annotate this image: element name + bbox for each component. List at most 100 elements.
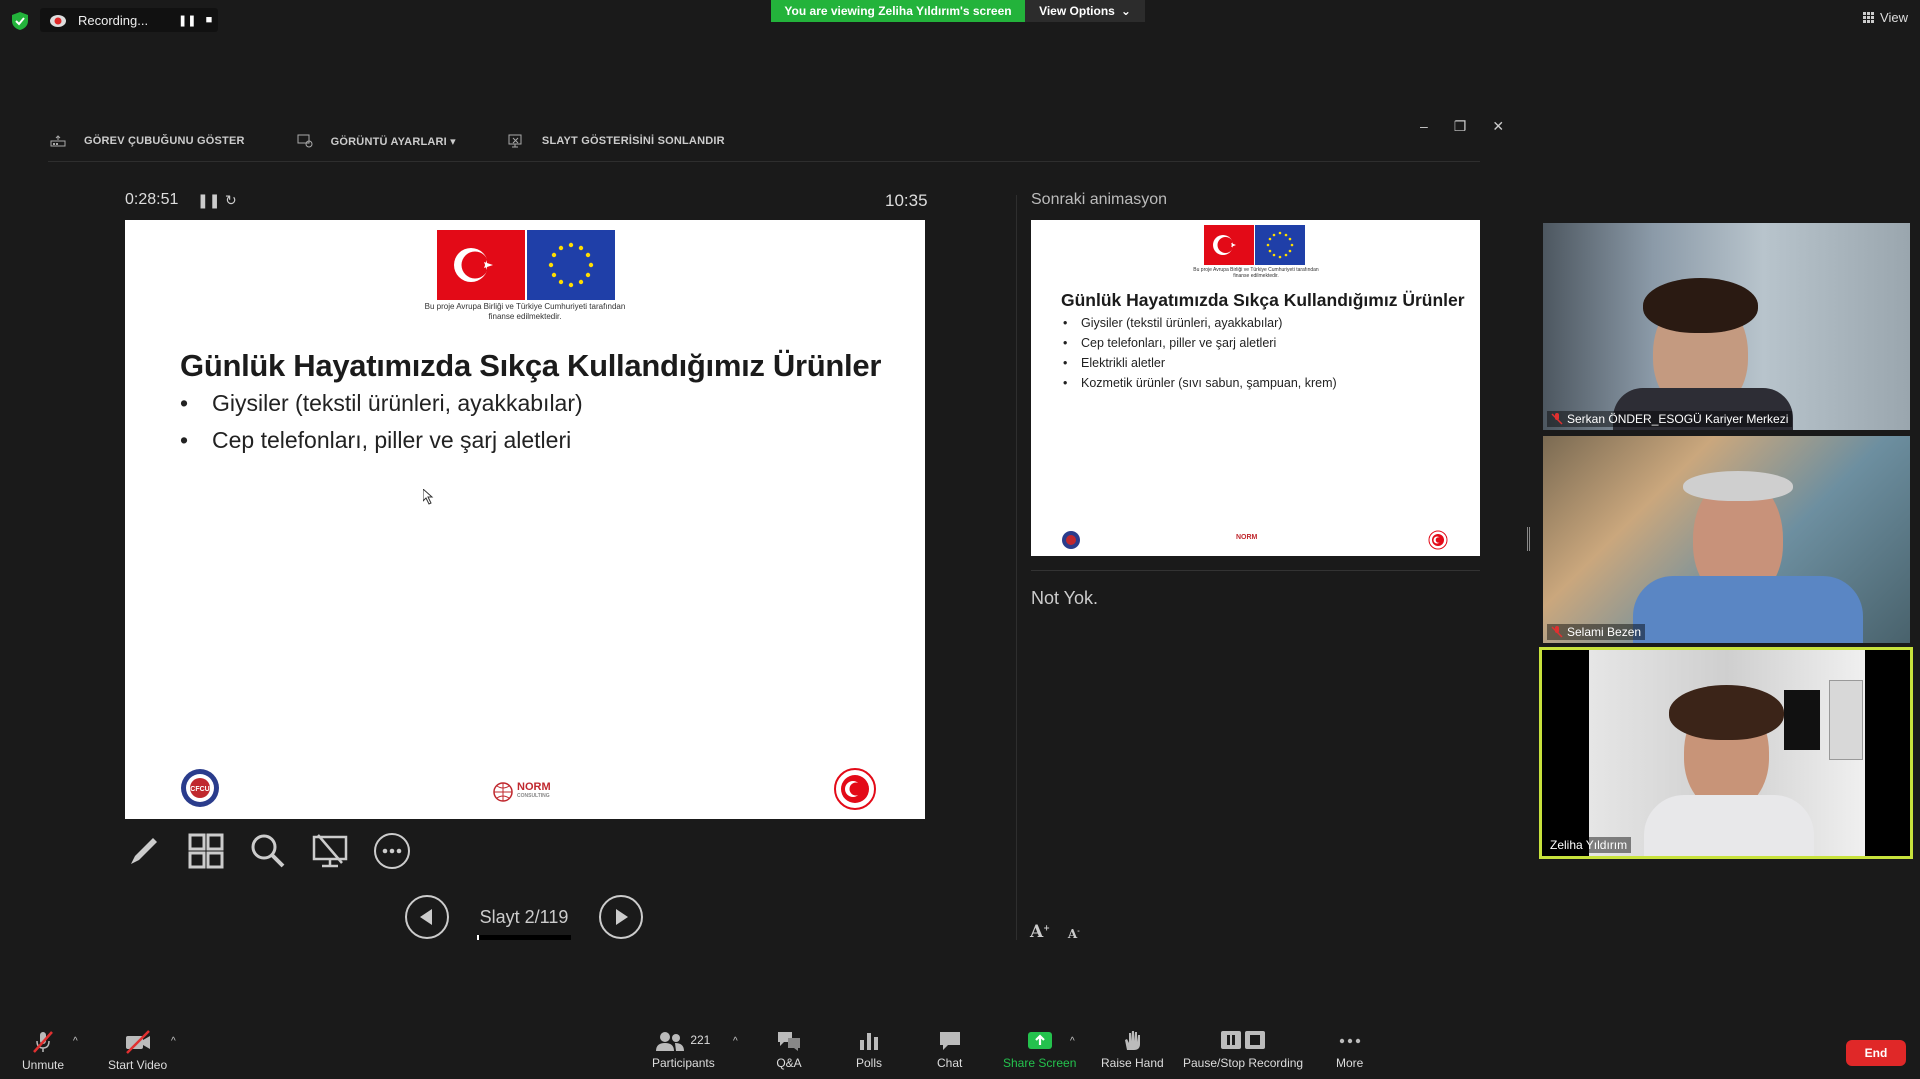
end-slideshow-button[interactable]: SLAYT GÖSTERİSİNİ SONLANDIR: [508, 134, 725, 148]
display-settings-button[interactable]: GÖRÜNTÜ AYARLARI ▾: [297, 134, 456, 148]
start-video-label: Start Video: [108, 1058, 168, 1072]
reset-timer-icon[interactable]: ↻: [225, 192, 237, 209]
next-slide-bullet: Cep telefonları, piller ve şarj aletleri: [1061, 336, 1337, 350]
unmute-button[interactable]: Unmute: [22, 1030, 64, 1072]
participant-name: Serkan ÖNDER_ESOGÜ Kariyer Merkezi: [1567, 412, 1789, 426]
zoom-button[interactable]: [249, 832, 287, 870]
restore-icon[interactable]: ❐: [1454, 118, 1467, 135]
background-frame: [1784, 690, 1820, 750]
end-meeting-button[interactable]: End: [1846, 1040, 1906, 1066]
toolbar-divider: [48, 161, 1480, 162]
norm-logo: NORM: [1236, 534, 1258, 541]
flags-logo-small: [1204, 225, 1305, 265]
polls-label: Polls: [856, 1056, 883, 1070]
view-options-button[interactable]: View Options ⌄: [1025, 0, 1145, 22]
mouse-cursor-icon: [423, 489, 434, 505]
decrease-font-icon[interactable]: A-: [1068, 927, 1080, 942]
pen-icon: [131, 838, 157, 864]
next-slide-title: Günlük Hayatımızda Sıkça Kullandığımız Ü…: [1061, 290, 1465, 310]
qa-icon: [778, 1032, 800, 1051]
previous-slide-button[interactable]: [405, 895, 449, 939]
slide-counter[interactable]: Slayt 2/119: [477, 907, 571, 940]
display-settings-icon: [297, 134, 313, 148]
participant-hair: [1643, 278, 1758, 333]
participant-shirt: [1633, 576, 1863, 643]
play-left-icon: [420, 909, 432, 925]
background-calendar: [1829, 680, 1863, 760]
muted-mic-icon: [1551, 413, 1563, 425]
polls-icon: [860, 1033, 878, 1050]
share-options-caret-icon[interactable]: ^: [1070, 1036, 1075, 1047]
display-settings-label: GÖRÜNTÜ AYARLARI ▾: [330, 135, 456, 148]
slide-bullet: Cep telefonları, piller ve şarj aletleri: [180, 427, 583, 454]
next-slide-bullet: Kozmetik ürünler (sıvı sabun, şampuan, k…: [1061, 376, 1337, 390]
magnifier-icon: [251, 834, 285, 868]
funding-caption: Bu proje Avrupa Birliği ve Türkiye Cumhu…: [1193, 267, 1319, 279]
qa-button[interactable]: Q&A: [776, 1030, 802, 1070]
panel-divider[interactable]: [1016, 195, 1017, 940]
slide-title: Günlük Hayatımızda Sıkça Kullandığımız Ü…: [180, 348, 882, 383]
share-screen-button[interactable]: Share Screen: [1003, 1030, 1076, 1070]
clock: 10:35: [885, 191, 928, 210]
chevron-down-icon: ⌄: [1120, 4, 1131, 18]
turkey-flag-icon: [1204, 225, 1254, 265]
raise-hand-button[interactable]: Raise Hand: [1101, 1030, 1164, 1070]
slide-progress-bar: [477, 934, 571, 940]
view-button[interactable]: View: [1863, 10, 1908, 25]
video-panel-splitter[interactable]: [1527, 527, 1530, 551]
more-button[interactable]: More: [1336, 1030, 1363, 1070]
meeting-toolbar: Unmute ^ Start Video ^ 221 Participants …: [0, 1020, 1920, 1079]
share-screen-icon: [1027, 1032, 1052, 1049]
pause-recording-icon[interactable]: ❚❚: [178, 14, 196, 27]
security-shield-icon[interactable]: [12, 12, 28, 30]
increase-font-icon[interactable]: A+: [1030, 922, 1050, 942]
pause-stop-recording-button[interactable]: Pause/Stop Recording: [1183, 1030, 1303, 1070]
turkey-flag-icon: [437, 230, 525, 300]
participant-video-tile[interactable]: Selami Bezen: [1543, 436, 1910, 643]
participant-shirt: [1644, 795, 1814, 856]
see-all-slides-button[interactable]: [187, 832, 225, 870]
notes-divider: [1031, 570, 1480, 571]
pen-tool-button[interactable]: [125, 832, 163, 870]
chat-button[interactable]: Chat: [937, 1030, 962, 1070]
muted-mic-icon: [33, 1031, 53, 1053]
participants-options-caret-icon[interactable]: ^: [733, 1036, 738, 1047]
audio-options-caret-icon[interactable]: ^: [73, 1036, 78, 1047]
stop-recording-icon[interactable]: ■: [202, 14, 216, 26]
ministry-logo: [1428, 530, 1448, 550]
polls-button[interactable]: Polls: [856, 1030, 882, 1070]
next-slide-button[interactable]: [599, 895, 643, 939]
viewing-screen-banner: You are viewing Zeliha Yıldırım's screen: [771, 0, 1025, 22]
participant-video-tile[interactable]: Serkan ÖNDER_ESOGÜ Kariyer Merkezi: [1543, 223, 1910, 430]
active-speaker-video-tile[interactable]: Zeliha Yıldırım: [1539, 647, 1913, 859]
unmute-label: Unmute: [22, 1058, 65, 1072]
grid-icon: [1863, 12, 1875, 23]
font-size-controls: A+ A-: [1030, 922, 1080, 942]
elapsed-timer: 0:28:51: [125, 191, 179, 208]
ministry-logo: [834, 768, 876, 810]
participants-button[interactable]: 221 Participants: [652, 1030, 715, 1070]
slide-navigation: Slayt 2/119: [405, 895, 643, 940]
more-options-button[interactable]: [373, 832, 411, 870]
minimize-icon[interactable]: –: [1420, 118, 1428, 135]
pause-stop-recording-icon: [1221, 1031, 1266, 1049]
end-slideshow-icon: [508, 134, 522, 148]
next-animation-label: Sonraki animasyon: [1031, 191, 1168, 208]
pause-timer-icon[interactable]: ❚❚: [197, 192, 220, 209]
view-options-label: View Options: [1039, 4, 1115, 18]
chat-icon: [939, 1032, 960, 1050]
close-icon[interactable]: ✕: [1492, 118, 1504, 135]
next-slide-preview[interactable]: Bu proje Avrupa Birliği ve Türkiye Cumhu…: [1031, 220, 1480, 556]
more-dots-icon: [374, 833, 410, 869]
start-video-button[interactable]: Start Video: [108, 1030, 167, 1072]
show-taskbar-button[interactable]: GÖREV ÇUBUĞUNU GÖSTER: [50, 135, 245, 147]
flags-logo: [437, 230, 615, 300]
current-slide: Bu proje Avrupa Birliği ve Türkiye Cumhu…: [125, 220, 925, 819]
participant-name-tag: Selami Bezen: [1547, 624, 1646, 640]
norm-logo-text: NORM: [517, 781, 551, 793]
chat-label: Chat: [937, 1056, 963, 1070]
black-screen-button[interactable]: [311, 832, 349, 870]
share-screen-label: Share Screen: [1003, 1056, 1077, 1070]
video-options-caret-icon[interactable]: ^: [171, 1036, 176, 1047]
presenter-tools: [125, 832, 411, 870]
